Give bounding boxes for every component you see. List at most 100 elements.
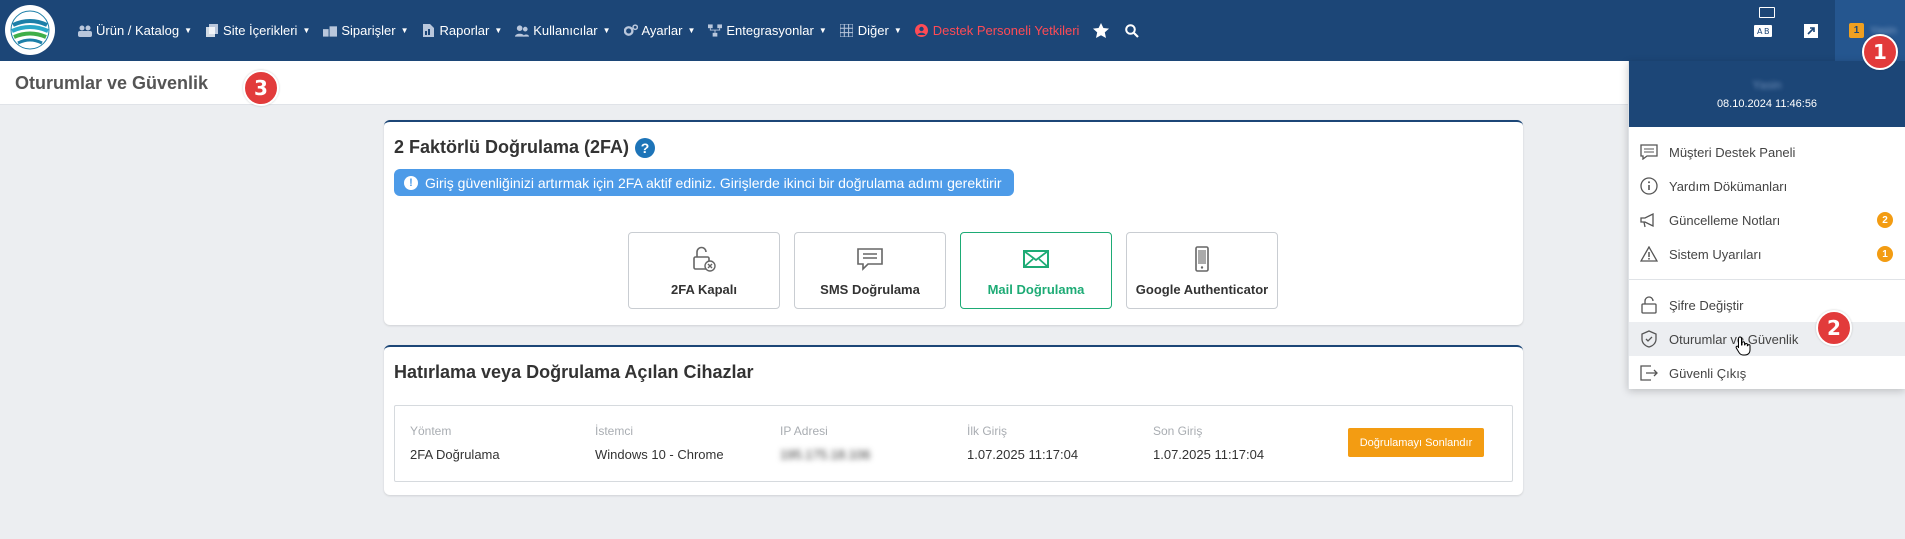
nav-item-kullanicilar[interactable]: Kullanıcılar ▼ [515,23,611,38]
column-header: Son Giriş [1153,424,1203,438]
nav-item-entegrasyonlar[interactable]: Entegrasyonlar ▼ [708,23,827,38]
menu-item-label: Sistem Uyarıları [1669,246,1762,262]
col-yontem: Yöntem 2FA Doğrulama [410,424,500,462]
col-son-giris: Son Giriş 1.07.2025 11:17:04 [1153,424,1264,462]
brand-logo[interactable] [5,5,55,55]
table-cell: Windows 10 - Chrome [595,447,724,462]
twofa-title-text: 2 Faktörlü Doğrulama (2FA) [394,137,630,157]
logout-icon [1639,363,1659,383]
nav-label: Siparişler [341,23,396,38]
caret-down-icon: ▼ [602,26,611,35]
nav-label: Raporlar [439,23,490,38]
nav-item-site-icerikleri[interactable]: Site İçerikleri ▼ [205,23,310,38]
option-label: Mail Doğrulama [987,281,1085,297]
user-dropdown-menu: Yasin 08.10.2024 11:46:56 Müşteri Destek… [1628,61,1905,389]
caret-down-icon: ▼ [184,26,193,35]
count-badge: 2 [1877,212,1893,228]
menu-divider [1629,279,1905,280]
menu-item-oturumlar-guvenlik[interactable]: Oturumlar ve Güvenlik [1629,322,1905,356]
shield-icon [1639,329,1659,349]
page-header: Oturumlar ve Güvenlik [0,61,1905,105]
end-verification-button[interactable]: Doğrulamayı Sonlandır [1348,428,1484,457]
nav-item-diger[interactable]: Diğer ▼ [840,23,902,38]
col-ilk-giris: İlk Giriş 1.07.2025 11:17:04 [967,424,1078,462]
menu-item-label: Şifre Değiştir [1669,297,1744,313]
notification-badge: 1 [1849,23,1864,38]
nav-label: Ürün / Katalog [96,23,180,38]
dropdown-datetime: 08.10.2024 11:46:56 [1716,98,1818,110]
callout-2: 2 [1816,310,1852,346]
option-2fa-off[interactable]: 2FA Kapalı [628,232,780,309]
nav-label: Diğer [857,23,889,38]
nav-item-ayarlar[interactable]: Ayarlar ▼ [623,23,696,38]
globe-logo-icon [10,10,50,50]
help-icon[interactable]: ? [635,137,656,158]
external-link-icon [1804,23,1818,38]
caret-down-icon: ▼ [818,26,827,35]
count-badge: 1 [1877,246,1893,262]
message-icon [857,247,883,271]
nav-item-urun-katalog[interactable]: Ürün / Katalog ▼ [78,23,192,38]
menu-item-label: Müşteri Destek Paneli [1669,144,1796,160]
devices-table: Yöntem 2FA Doğrulama İstemci Windows 10 … [394,405,1513,482]
col-ip: IP Adresi 195.175.18.106 [780,424,870,462]
menu-item-musteri-destek[interactable]: Müşteri Destek Paneli [1629,135,1905,169]
twofa-card: 2 Faktörlü Doğrulama (2FA) ? ! Giriş güv… [384,120,1523,325]
menu-item-label: Yardım Dökümanları [1669,178,1788,194]
top-navbar: Ürün / Katalog ▼ Site İçerikleri ▼ Sipar… [0,0,1905,61]
nav-item-destek-personeli[interactable]: Destek Personeli Yetkileri [915,23,1079,38]
phone-icon [1195,245,1209,272]
menu-item-yardim[interactable]: Yardım Dökümanları [1629,169,1905,203]
caret-down-icon: ▼ [400,26,409,35]
svg-text:B: B [1764,27,1770,36]
caret-down-icon: ▼ [687,26,696,35]
nav-item-raporlar[interactable]: Raporlar ▼ [421,23,502,38]
sitemap-icon [708,24,723,38]
user-group-icon [515,24,530,38]
external-link-button[interactable] [1787,0,1835,61]
warning-icon [1639,244,1659,264]
main-nav: Ürün / Katalog ▼ Site İçerikleri ▼ Sipar… [78,0,1141,61]
nav-label: Ayarlar [641,23,683,38]
nav-item-siparisler[interactable]: Siparişler ▼ [323,23,408,38]
grid-icon [840,24,854,38]
callout-3: 3 [243,70,279,106]
twofa-info-banner: ! Giriş güvenliğinizi artırmak için 2FA … [394,169,1014,196]
table-cell: 195.175.18.106 [780,447,871,462]
language-button[interactable]: AB [1739,0,1787,61]
option-google-authenticator[interactable]: Google Authenticator [1126,232,1278,309]
twofa-title: 2 Faktörlü Doğrulama (2FA) ? [394,137,656,158]
option-label: 2FA Kapalı [671,281,737,297]
devices-title: Hatırlama veya Doğrulama Açılan Cihazlar [394,362,754,382]
menu-item-label: Oturumlar ve Güvenlik [1669,331,1799,347]
column-header: İstemci [595,424,634,438]
caret-down-icon: ▼ [494,26,503,35]
dropdown-header: Yasin 08.10.2024 11:46:56 [1629,61,1905,127]
caret-down-icon: ▼ [302,26,311,35]
cart-icon [323,24,338,38]
table-cell: 2FA Doğrulama [410,447,500,462]
page-title: Oturumlar ve Güvenlik [15,73,209,93]
user-circle-icon [915,24,929,38]
menu-item-guncelleme-notlari[interactable]: Güncelleme Notları 2 [1629,203,1905,237]
svg-text:A: A [1757,27,1763,36]
option-mail[interactable]: Mail Doğrulama [960,232,1112,309]
exclamation-icon: ! [404,175,418,190]
nav-label: Site İçerikleri [223,23,298,38]
star-icon[interactable] [1092,22,1110,40]
menu-item-guvenli-cikis[interactable]: Güvenli Çıkış [1629,356,1905,390]
option-sms[interactable]: SMS Doğrulama [794,232,946,309]
nav-label: Kullanıcılar [533,23,598,38]
megaphone-icon [1639,210,1659,230]
translate-icon: AB [1754,24,1772,37]
search-icon[interactable] [1123,22,1141,40]
report-icon [421,24,435,38]
nav-label: Entegrasyonlar [726,23,814,38]
envelope-icon [1023,249,1049,268]
col-istemci: İstemci Windows 10 - Chrome [595,424,724,462]
menu-item-sistem-uyarilari[interactable]: Sistem Uyarıları 1 [1629,237,1905,271]
gears-icon [623,24,638,38]
menu-item-sifre-degistir[interactable]: Şifre Değiştir [1629,288,1905,322]
menu-item-label: Güncelleme Notları [1669,212,1781,228]
lock-icon [1639,295,1659,315]
